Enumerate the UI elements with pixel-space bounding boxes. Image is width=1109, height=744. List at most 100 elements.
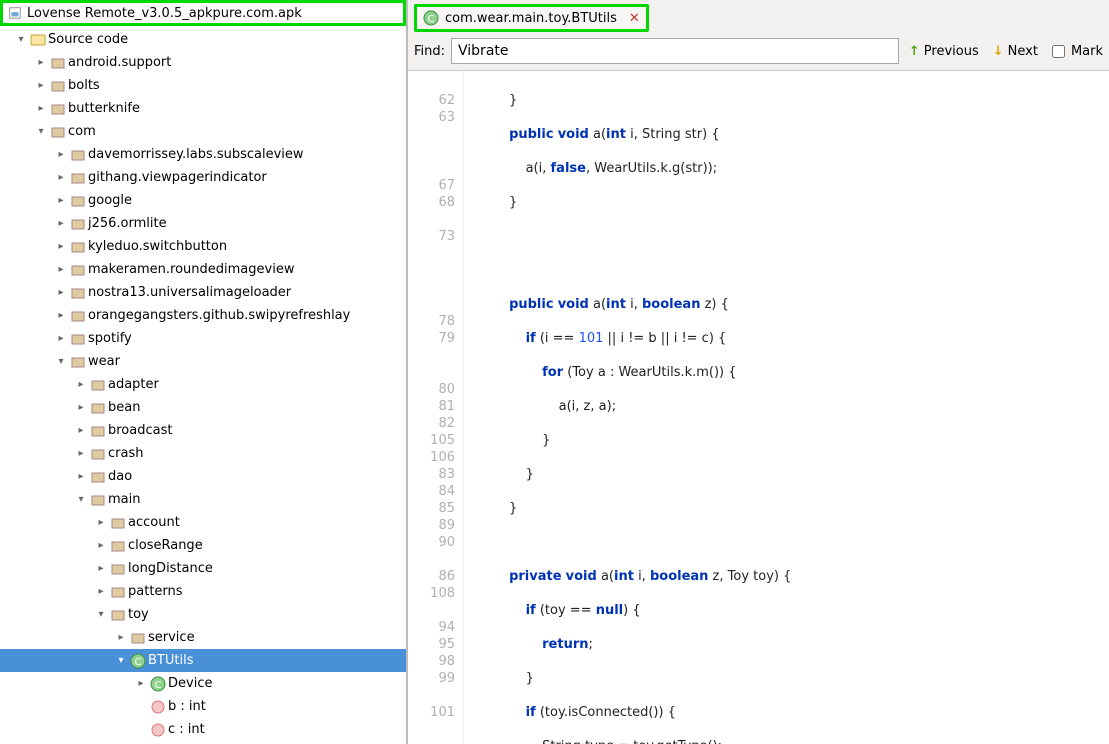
tree-node-service[interactable]: ▸ service xyxy=(0,626,406,649)
tree-node-orangegangsters[interactable]: ▸orangegangsters.github.swipyrefreshlay xyxy=(0,304,406,327)
tree-node-bolts[interactable]: ▸ bolts xyxy=(0,74,406,97)
code-line: } xyxy=(476,195,517,210)
chevron-right-icon[interactable]: ▸ xyxy=(34,79,48,93)
tree-node-android-support[interactable]: ▸ android.support xyxy=(0,51,406,74)
tree-node-davemorrissey[interactable]: ▸davemorrissey.labs.subscaleview xyxy=(0,143,406,166)
tree-node-btutils[interactable]: ▾CBTUtils xyxy=(0,649,406,672)
chevron-right-icon[interactable]: ▸ xyxy=(54,332,68,346)
tree-node-makeramen[interactable]: ▸makeramen.roundedimageview xyxy=(0,258,406,281)
tree-label: main xyxy=(108,492,140,507)
chevron-right-icon[interactable]: ▸ xyxy=(74,401,88,415)
chevron-right-icon[interactable]: ▸ xyxy=(74,470,88,484)
code-area[interactable]: } public void a(int i, String str) { a(i… xyxy=(464,71,1109,744)
code-token: boolean xyxy=(650,569,708,584)
tree-node-j256[interactable]: ▸ j256.ormlite xyxy=(0,212,406,235)
mark-checkbox[interactable] xyxy=(1052,45,1065,58)
tree-node-patterns[interactable]: ▸patterns xyxy=(0,580,406,603)
previous-button[interactable]: ↑Previous xyxy=(905,42,983,61)
tree-node-account[interactable]: ▸account xyxy=(0,511,406,534)
tree-node-toy[interactable]: ▾toy xyxy=(0,603,406,626)
tree-node-longdistance[interactable]: ▸ longDistance xyxy=(0,557,406,580)
chevron-down-icon[interactable]: ▾ xyxy=(114,654,128,668)
tree-node-githang[interactable]: ▸githang.viewpagerindicator xyxy=(0,166,406,189)
tree-node-adapter[interactable]: ▸ adapter xyxy=(0,373,406,396)
chevron-right-icon[interactable]: ▸ xyxy=(74,378,88,392)
code-line: } xyxy=(476,433,550,448)
code-token: z) { xyxy=(700,297,728,312)
chevron-right-icon[interactable]: ▸ xyxy=(94,562,108,576)
tree-node-bean[interactable]: ▸bean xyxy=(0,396,406,419)
chevron-down-icon[interactable]: ▾ xyxy=(54,355,68,369)
tree-node-dao[interactable]: ▸dao xyxy=(0,465,406,488)
package-icon xyxy=(130,630,146,646)
chevron-right-icon[interactable]: ▸ xyxy=(34,56,48,70)
tree-node-com[interactable]: ▾ com xyxy=(0,120,406,143)
next-button[interactable]: ↓Next xyxy=(989,42,1042,61)
tree-node-crash[interactable]: ▸crash xyxy=(0,442,406,465)
close-icon[interactable]: ✕ xyxy=(629,11,640,26)
tree-root[interactable]: Lovense Remote_v3.0.5_apkpure.com.apk xyxy=(0,0,406,26)
tree-label: wear xyxy=(88,354,120,369)
find-input[interactable] xyxy=(451,38,899,64)
package-icon xyxy=(90,423,106,439)
svg-text:C: C xyxy=(155,680,162,691)
package-icon xyxy=(50,101,66,117)
tree-node-wear[interactable]: ▾ wear xyxy=(0,350,406,373)
package-icon xyxy=(50,78,66,94)
tree-node-field-b[interactable]: ·b : int xyxy=(0,695,406,718)
chevron-down-icon[interactable]: ▾ xyxy=(94,608,108,622)
source-icon xyxy=(30,32,46,48)
tree-node-nostra13[interactable]: ▸nostra13.universalimageloader xyxy=(0,281,406,304)
tree-node-device[interactable]: ▸CDevice xyxy=(0,672,406,695)
tree-label: longDistance xyxy=(128,561,213,576)
mark-label: Mark xyxy=(1071,44,1103,59)
tree-label: j256.ormlite xyxy=(88,216,167,231)
code-token: int xyxy=(606,297,626,312)
tree-node-main[interactable]: ▾ main xyxy=(0,488,406,511)
code-token: , WearUtils.k.g(str)); xyxy=(586,161,717,176)
chevron-down-icon[interactable]: ▾ xyxy=(34,125,48,139)
tree-node-spotify[interactable]: ▸spotify xyxy=(0,327,406,350)
chevron-right-icon[interactable]: ▸ xyxy=(54,286,68,300)
tree-label: adapter xyxy=(108,377,159,392)
chevron-right-icon[interactable]: ▸ xyxy=(34,102,48,116)
code-line: } xyxy=(476,671,534,686)
code-token: if xyxy=(526,331,536,346)
chevron-right-icon[interactable]: ▸ xyxy=(94,516,108,530)
chevron-right-icon[interactable]: ▸ xyxy=(54,309,68,323)
chevron-right-icon[interactable]: ▸ xyxy=(94,585,108,599)
tree-node-source-code[interactable]: ▾ Source code xyxy=(0,28,406,51)
editor-tab[interactable]: C com.wear.main.toy.BTUtils ✕ xyxy=(414,4,649,32)
chevron-right-icon[interactable]: ▸ xyxy=(94,539,108,553)
chevron-right-icon[interactable]: ▸ xyxy=(54,263,68,277)
tree-node-closerange[interactable]: ▸closeRange xyxy=(0,534,406,557)
code-line: } xyxy=(476,467,534,482)
package-icon xyxy=(70,331,86,347)
tree-label: service xyxy=(148,630,195,645)
chevron-right-icon[interactable]: ▸ xyxy=(114,631,128,645)
code-line: } xyxy=(476,93,517,108)
package-icon xyxy=(90,377,106,393)
tree-node-broadcast[interactable]: ▸broadcast xyxy=(0,419,406,442)
chevron-right-icon[interactable]: ▸ xyxy=(74,424,88,438)
chevron-down-icon[interactable]: ▾ xyxy=(14,33,28,47)
chevron-right-icon[interactable]: ▸ xyxy=(54,194,68,208)
tree-root-label: Lovense Remote_v3.0.5_apkpure.com.apk xyxy=(27,6,302,21)
chevron-right-icon[interactable]: ▸ xyxy=(74,447,88,461)
chevron-right-icon[interactable]: ▸ xyxy=(134,677,148,691)
chevron-right-icon[interactable]: ▸ xyxy=(54,148,68,162)
chevron-right-icon[interactable]: ▸ xyxy=(54,171,68,185)
class-icon: C xyxy=(130,653,146,669)
tree-node-field-c[interactable]: ·c : int xyxy=(0,718,406,741)
tree-body[interactable]: ▾ Source code ▸ android.support ▸ bolts … xyxy=(0,26,406,744)
chevron-down-icon[interactable]: ▾ xyxy=(74,493,88,507)
code-editor[interactable]: 6263676873787980818210510683848589908610… xyxy=(408,71,1109,744)
chevron-right-icon[interactable]: ▸ xyxy=(54,217,68,231)
prev-label: Previous xyxy=(924,44,979,59)
tree-node-kyleduo[interactable]: ▸kyleduo.switchbutton xyxy=(0,235,406,258)
tree-node-google[interactable]: ▸google xyxy=(0,189,406,212)
code-token: (Toy a : WearUtils.k.m()) { xyxy=(563,365,736,380)
chevron-right-icon[interactable]: ▸ xyxy=(54,240,68,254)
tab-bar: C com.wear.main.toy.BTUtils ✕ xyxy=(408,0,1109,32)
tree-node-butterknife[interactable]: ▸ butterknife xyxy=(0,97,406,120)
